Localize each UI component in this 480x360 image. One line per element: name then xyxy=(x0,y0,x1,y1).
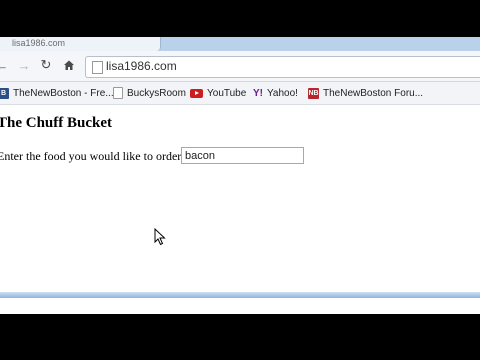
mouse-cursor-icon xyxy=(154,228,166,246)
arrow-left-icon[interactable]: ← xyxy=(0,57,10,73)
tab-strip: lisa1986.com xyxy=(0,37,480,51)
bookmark-label: BuckysRoom xyxy=(127,87,186,99)
order-label: Enter the food you would like to order: xyxy=(0,149,185,163)
page-icon xyxy=(92,61,103,74)
page-heading: The Chuff Bucket xyxy=(0,115,113,131)
yahoo-favicon-icon: Y! xyxy=(253,87,263,99)
address-bar[interactable]: lisa1986.com xyxy=(85,56,480,78)
bookmark-label: YouTube xyxy=(207,87,247,99)
reload-icon[interactable]: ↻ xyxy=(38,57,54,73)
thenewboston-forum-favicon-icon: NB xyxy=(308,87,319,99)
bookmark-label: TheNewBoston Foru... xyxy=(323,87,424,99)
bookmark-thenewboston-forum[interactable]: NB TheNewBoston Foru... xyxy=(308,86,423,100)
tab-title: lisa1986.com xyxy=(12,38,66,48)
browser-tab[interactable]: lisa1986.com xyxy=(0,37,161,51)
bookmark-youtube[interactable]: YouTube xyxy=(190,86,246,100)
bookmark-thenewboston[interactable]: B TheNewBoston - Fre... xyxy=(0,86,114,100)
address-url: lisa1986.com xyxy=(106,59,177,73)
home-icon[interactable] xyxy=(61,57,77,73)
browser-window: lisa1986.com ← → ↻ lisa1986.com B TheNew… xyxy=(0,37,480,314)
page-content: The Chuff Bucket Enter the food you woul… xyxy=(0,105,480,314)
bookmarks-bar: B TheNewBoston - Fre... BuckysRoom YouTu… xyxy=(0,82,480,105)
bookmark-label: Yahoo! xyxy=(267,87,298,99)
browser-toolbar: ← → ↻ lisa1986.com xyxy=(0,51,480,82)
arrow-right-icon[interactable]: → xyxy=(16,57,32,73)
youtube-favicon-icon xyxy=(190,88,203,98)
bookmark-buckysroom[interactable]: BuckysRoom xyxy=(113,86,186,100)
bookmark-yahoo[interactable]: Y! Yahoo! xyxy=(253,86,298,100)
bookmark-label: TheNewBoston - Fre... xyxy=(13,87,114,99)
food-input[interactable] xyxy=(181,147,304,164)
window-bottom-border xyxy=(0,292,480,298)
page-favicon-icon xyxy=(113,87,123,99)
thenewboston-favicon-icon: B xyxy=(0,87,9,99)
